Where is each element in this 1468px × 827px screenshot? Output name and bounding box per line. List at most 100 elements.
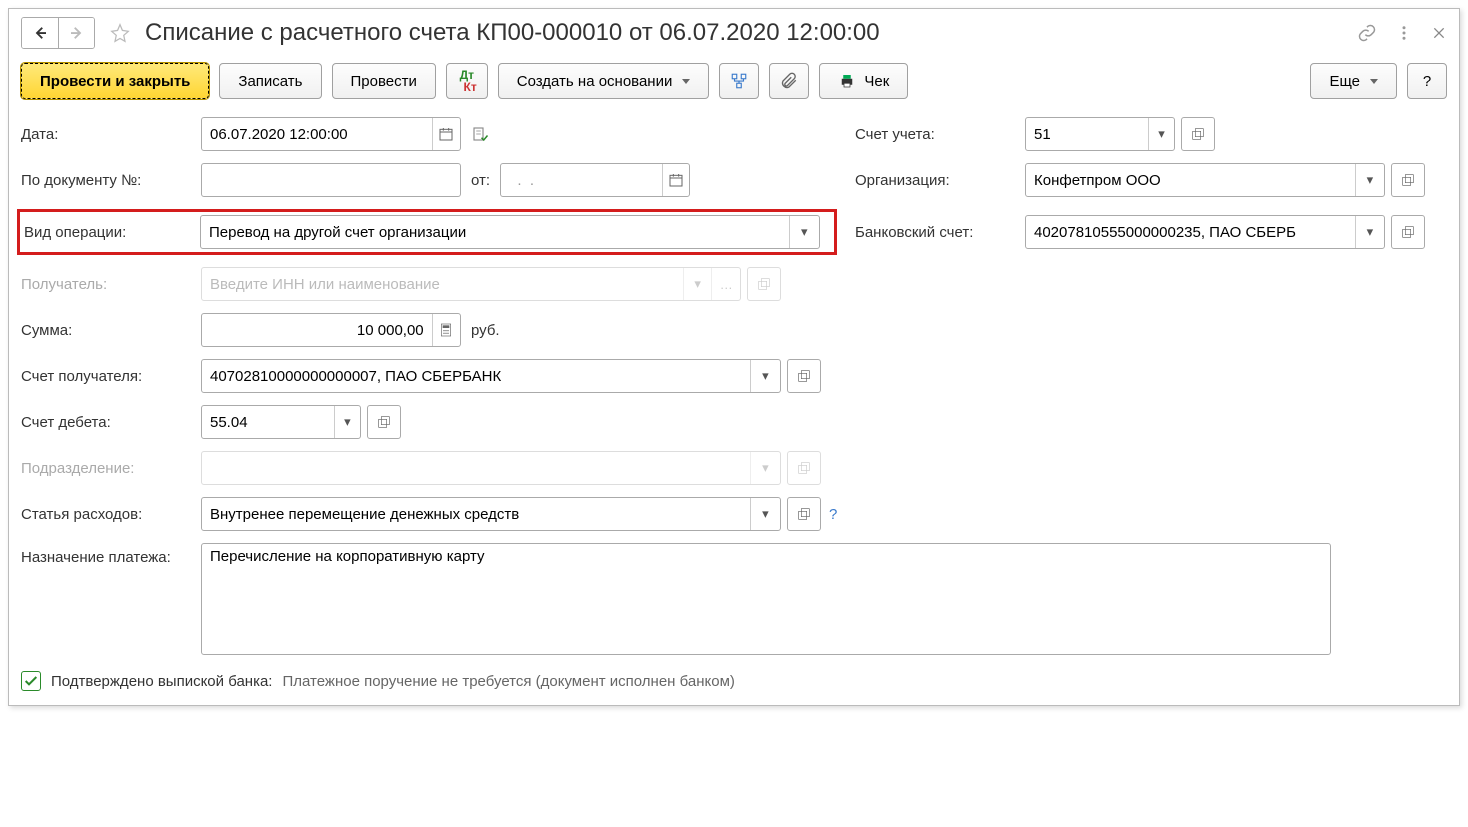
calendar-icon <box>668 172 684 188</box>
post-button[interactable]: Провести <box>332 63 436 99</box>
org-dropdown-button[interactable]: ▾ <box>1355 164 1384 196</box>
debations-open-button[interactable] <box>368 406 400 438</box>
external-icon <box>796 460 812 476</box>
expense-open-button[interactable] <box>788 498 820 530</box>
sum-input[interactable] <box>202 314 432 346</box>
create-based-button[interactable]: Создать на основании <box>498 63 710 99</box>
division-input <box>202 452 750 484</box>
division-open-button <box>788 452 820 484</box>
nav-forward-button[interactable] <box>58 18 94 48</box>
form-body: Дата: Счет учета: <box>9 105 1459 705</box>
division-label: Подразделение: <box>21 460 201 477</box>
org-input[interactable] <box>1026 164 1355 196</box>
paperclip-icon <box>780 72 798 90</box>
nav-buttons <box>21 17 95 49</box>
nav-back-button[interactable] <box>22 18 58 48</box>
confirmed-note: Платежное поручение не требуется (докуме… <box>282 673 734 690</box>
post-and-close-button[interactable]: Провести и закрыть <box>21 63 209 99</box>
optype-dropdown-button[interactable]: ▾ <box>789 216 819 248</box>
external-icon <box>796 368 812 384</box>
attachments-button[interactable] <box>769 63 809 99</box>
close-icon <box>1431 25 1447 41</box>
sum-currency: руб. <box>471 322 500 339</box>
optype-label: Вид операции: <box>24 224 200 241</box>
calculator-icon <box>438 322 454 338</box>
titlebar-actions <box>1357 23 1447 43</box>
recipient-input <box>202 268 683 300</box>
external-icon <box>1400 224 1416 240</box>
date-input[interactable] <box>202 118 432 150</box>
purpose-textarea[interactable] <box>202 544 1330 654</box>
sum-calc-button[interactable] <box>432 314 460 346</box>
optype-input[interactable] <box>201 216 789 248</box>
favorite-button[interactable] <box>105 18 135 48</box>
check-icon <box>23 673 39 689</box>
kebab-menu-button[interactable] <box>1395 24 1413 42</box>
recipient-label: Получатель: <box>21 276 201 293</box>
bankacc-label: Банковский счет: <box>855 224 1025 241</box>
date-picker-button[interactable] <box>432 118 460 150</box>
recipient-open-button <box>748 268 780 300</box>
date-label: Дата: <box>21 126 201 143</box>
debit-acc-input[interactable] <box>202 406 334 438</box>
docnum-input[interactable] <box>202 164 460 196</box>
external-icon <box>756 276 772 292</box>
arrow-right-icon <box>68 24 86 42</box>
account-input[interactable] <box>1026 118 1148 150</box>
hierarchy-icon <box>730 72 748 90</box>
date-status-button[interactable] <box>471 125 489 143</box>
org-open-button[interactable] <box>1392 164 1424 196</box>
debit-acc-dropdown-button[interactable]: ▾ <box>334 406 360 438</box>
recipient-acc-dropdown-button[interactable]: ▾ <box>750 360 780 392</box>
recipient-acc-open-button[interactable] <box>788 360 820 392</box>
recipient-dropdown-button: ▾ <box>683 268 712 300</box>
account-open-button[interactable] <box>1182 118 1214 150</box>
expense-help-button[interactable]: ? <box>829 506 837 523</box>
link-icon <box>1357 23 1377 43</box>
more-button[interactable]: Еще <box>1310 63 1397 99</box>
external-icon <box>1190 126 1206 142</box>
structure-button[interactable] <box>719 63 759 99</box>
printer-icon <box>838 72 856 90</box>
arrow-left-icon <box>31 24 49 42</box>
help-button[interactable]: ? <box>1407 63 1447 99</box>
expense-dropdown-button[interactable]: ▾ <box>750 498 780 530</box>
check-button[interactable]: Чек <box>819 63 908 99</box>
docnum-label: По документу №: <box>21 172 201 189</box>
doc-check-icon <box>471 125 489 143</box>
debit-acc-label: Счет дебета: <box>21 414 201 431</box>
external-icon <box>796 506 812 522</box>
docdate-input[interactable] <box>501 164 662 196</box>
org-label: Организация: <box>855 172 1025 189</box>
confirmed-row: Подтверждено выпиской банка: Платежное п… <box>21 671 1447 691</box>
recipient-acc-label: Счет получателя: <box>21 368 201 385</box>
expense-label: Статья расходов: <box>21 506 201 523</box>
account-label: Счет учета: <box>855 126 1025 143</box>
window-title: Списание с расчетного счета КП00-000010 … <box>145 19 1347 47</box>
expense-input[interactable] <box>202 498 750 530</box>
docdate-label: от: <box>471 172 490 189</box>
bankacc-open-button[interactable] <box>1392 216 1424 248</box>
calendar-icon <box>438 126 454 142</box>
star-icon <box>110 23 130 43</box>
confirmed-checkbox[interactable] <box>21 671 41 691</box>
link-button[interactable] <box>1357 23 1377 43</box>
confirmed-label: Подтверждено выпиской банка: <box>51 673 272 690</box>
external-icon <box>376 414 392 430</box>
external-icon <box>1400 172 1416 188</box>
titlebar: Списание с расчетного счета КП00-000010 … <box>9 9 1459 57</box>
dtkt-icon: Дт Кт <box>457 69 477 93</box>
close-button[interactable] <box>1431 25 1447 41</box>
recipient-acc-input[interactable] <box>202 360 750 392</box>
account-dropdown-button[interactable]: ▾ <box>1148 118 1174 150</box>
docdate-picker-button[interactable] <box>662 164 689 196</box>
purpose-label: Назначение платежа: <box>21 543 201 566</box>
recipient-ellipsis-button: … <box>711 268 740 300</box>
dtkt-button[interactable]: Дт Кт <box>446 63 488 99</box>
bankacc-dropdown-button[interactable]: ▾ <box>1355 216 1384 248</box>
bankacc-input[interactable] <box>1026 216 1355 248</box>
toolbar: Провести и закрыть Записать Провести Дт … <box>9 57 1459 105</box>
division-dropdown-button: ▾ <box>750 452 780 484</box>
save-button[interactable]: Записать <box>219 63 321 99</box>
kebab-icon <box>1395 24 1413 42</box>
